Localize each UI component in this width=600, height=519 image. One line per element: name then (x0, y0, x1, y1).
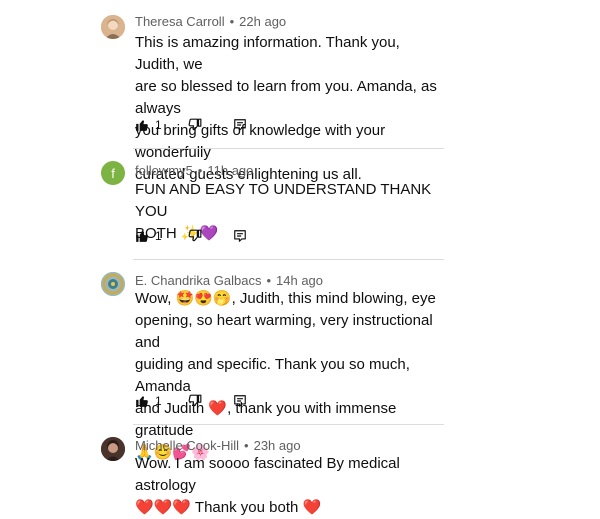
reply-comment-icon (234, 119, 246, 131)
like-count: 1 (155, 394, 162, 408)
comment-author[interactable]: Theresa Carroll (135, 14, 225, 29)
comment-divider (133, 259, 444, 260)
like-count: 1 (155, 229, 162, 243)
comment-text: FUN AND EASY TO UNDERSTAND THANK YOU BOT… (135, 179, 445, 245)
separator-dot: • (266, 273, 272, 288)
comment-author[interactable]: followmy5 (135, 163, 193, 178)
comment-line: ❤️❤️❤️ Thank you both ❤️ (135, 499, 322, 516)
comment-time[interactable]: 23h ago (254, 438, 301, 453)
comment-line: Wow. I am soooo fascinated By medical as… (135, 455, 400, 494)
dislike-button[interactable] (188, 118, 202, 132)
comments-feed: Theresa Carroll • 22h ago This is amazing … (0, 0, 600, 516)
reply-button[interactable] (233, 229, 247, 243)
thumbs-up-filled-icon (136, 231, 148, 242)
like-button[interactable]: 1 (135, 394, 162, 408)
separator-dot: • (197, 163, 203, 178)
comment-meta: followmy5 • 11h ago (135, 163, 253, 178)
comment-time[interactable]: 11h ago (207, 163, 253, 178)
thumbs-up-filled-icon (136, 396, 148, 407)
comment-meta: E. Chandrika Galbacs • 14h ago (135, 273, 323, 288)
avatar[interactable] (101, 15, 125, 39)
avatar-letter: f (111, 165, 115, 181)
comment-line: are so blessed to learn from you. Amanda… (135, 78, 437, 117)
like-button[interactable]: 1 (135, 229, 162, 243)
comment-line: This is amazing information. Thank you, … (135, 34, 400, 73)
comment-line: and Judith ❤️, thank you with immense gr… (135, 400, 397, 439)
dislike-button[interactable] (188, 394, 202, 408)
avatar[interactable] (101, 437, 125, 461)
like-count: 1 (155, 118, 162, 132)
reply-comment-icon (234, 230, 246, 242)
thumbs-down-outline-icon (188, 394, 202, 407)
comment-author[interactable]: E. Chandrika Galbacs (135, 273, 261, 288)
avatar[interactable]: f (101, 161, 125, 185)
separator-dot: • (244, 438, 249, 453)
avatar-photo-icon (101, 15, 125, 39)
comment-time[interactable]: 14h ago (276, 273, 323, 288)
comment-divider (133, 148, 444, 149)
comment-time[interactable]: 22h ago (239, 14, 286, 29)
comment-divider (133, 424, 444, 425)
comment-line: FUN AND EASY TO UNDERSTAND THANK YOU (135, 181, 432, 220)
comment-meta: Michelle Cook-Hill • 23h ago (135, 438, 301, 453)
avatar[interactable] (101, 272, 125, 296)
dislike-button[interactable] (188, 229, 202, 243)
reply-button[interactable] (233, 118, 247, 132)
comment-line: you bring gifts of knowledge with your w… (135, 122, 386, 161)
like-button[interactable]: 1 (135, 118, 162, 132)
comment-line: BOTH ✨💜 (135, 225, 219, 242)
comment-line: guiding and specific. Thank you so much,… (135, 356, 410, 395)
comment-meta: Theresa Carroll • 22h ago (135, 14, 286, 29)
separator-dot: • (229, 14, 235, 29)
thumbs-down-outline-icon (188, 118, 202, 131)
thumbs-down-outline-icon (188, 229, 202, 242)
comment-line: Wow, 🤩😍🤭, Judith, this mind blowing, eye (135, 290, 436, 307)
comment-author[interactable]: Michelle Cook-Hill (135, 438, 239, 453)
reply-comment-icon (234, 395, 246, 407)
thumbs-up-filled-icon (136, 120, 148, 131)
comment-line: opening, so heart warming, very instruct… (135, 312, 433, 351)
reply-button[interactable] (233, 394, 247, 408)
avatar-photo-icon (101, 437, 125, 461)
avatar-mandala-icon (101, 272, 125, 296)
comment-text: Wow. I am soooo fascinated By medical as… (135, 453, 445, 519)
